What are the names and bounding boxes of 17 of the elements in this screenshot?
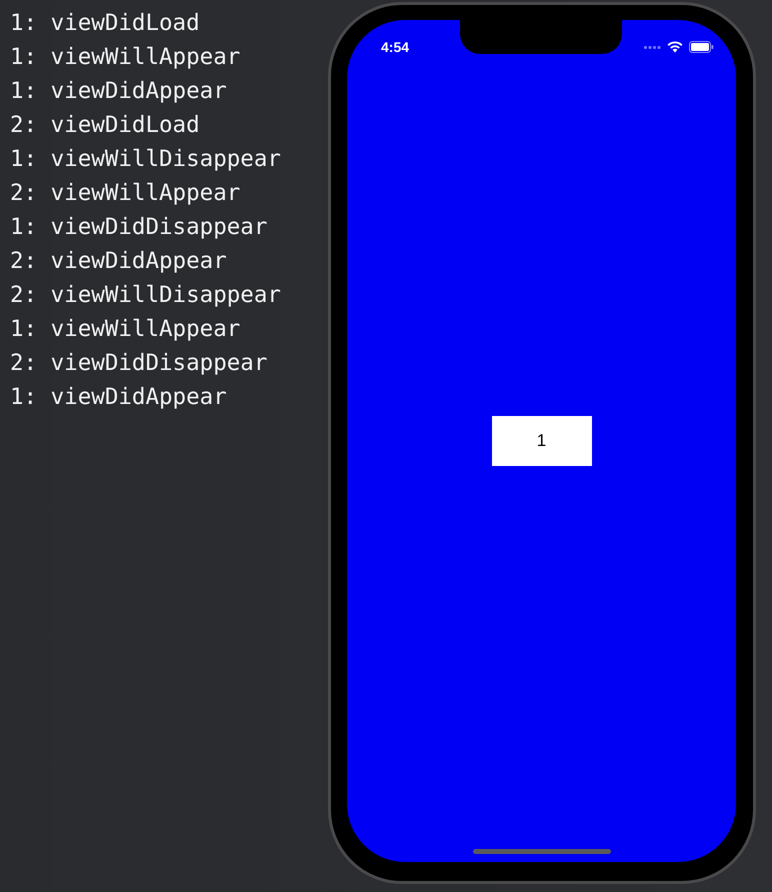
log-line: 1: viewWillDisappear <box>10 145 282 174</box>
log-line: 2: viewWillDisappear <box>10 281 282 310</box>
signal-icon <box>644 46 661 48</box>
log-line: 1: viewWillAppear <box>10 315 242 344</box>
log-line: 1: viewWillAppear <box>10 43 242 72</box>
log-line: 2: viewDidDisappear <box>10 349 268 378</box>
log-line: 1: viewDidAppear <box>10 383 228 412</box>
status-time: 4:54 <box>381 39 410 55</box>
number-button[interactable]: 1 <box>492 416 592 466</box>
battery-icon <box>689 41 714 53</box>
log-line: 2: viewDidLoad <box>10 111 201 140</box>
log-line: 1: viewDidAppear <box>10 77 228 106</box>
log-line: 1: viewDidDisappear <box>10 213 268 242</box>
wifi-icon <box>667 41 683 53</box>
log-line: 2: viewWillAppear <box>10 179 242 208</box>
log-line: 1: viewDidLoad <box>10 9 201 38</box>
log-line: 2: viewDidAppear <box>10 247 228 276</box>
